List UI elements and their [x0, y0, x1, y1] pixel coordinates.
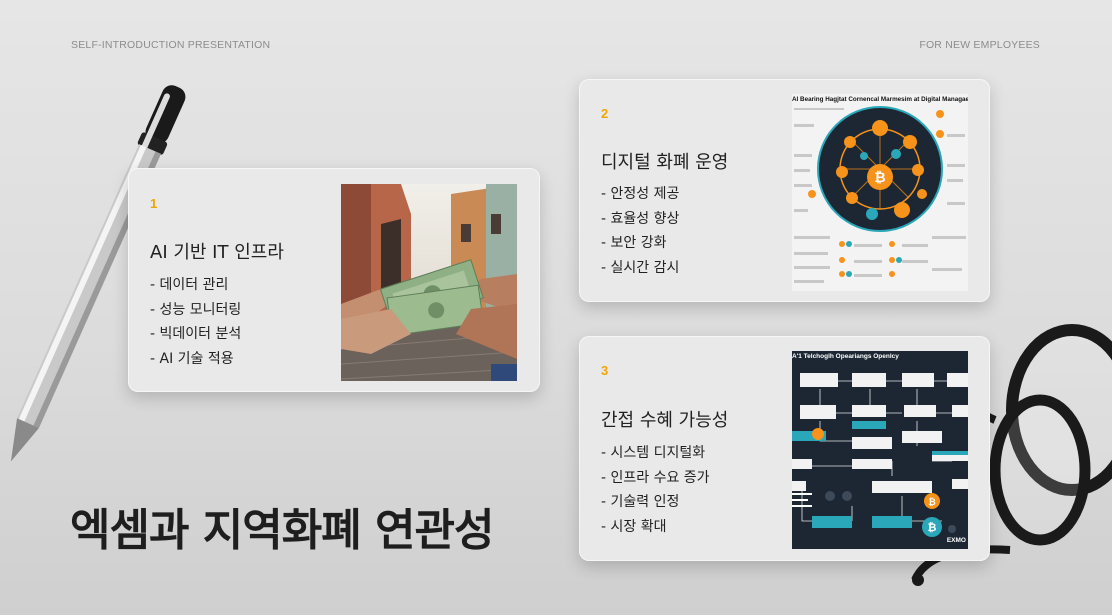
- svg-text:₿: ₿: [928, 521, 937, 534]
- card-title: AI 기반 IT 인프라: [150, 242, 284, 263]
- bullet-item: - 시스템 디지털화: [601, 445, 706, 461]
- bullet-list: - 안정성 제공 - 효율성 향상 - 보안 강화 - 실시간 감시: [601, 182, 679, 280]
- card-number: 1: [150, 196, 158, 211]
- card-number: 3: [601, 363, 609, 378]
- bullet-item: - 데이터 관리: [150, 277, 229, 293]
- bullet-item: - 효율성 향상: [601, 210, 680, 227]
- bullet-item: - 기술력 인정: [601, 494, 680, 510]
- card-title: 디지털 화폐 운영: [601, 152, 729, 173]
- bullet-list: - 시스템 디지털화 - 인프라 수요 증가 - 기술력 인정 - 시장 확대: [601, 441, 710, 539]
- card-digital-currency: 2 디지털 화폐 운영 - 안정성 제공 - 효율성 향상 - 보안 강화 - …: [579, 79, 990, 302]
- flowchart-diagram: A'1 Telchoglh Opeariangs Openlcy EXMO ₿ …: [792, 351, 968, 549]
- flowchart-caption: A'1 Telchoglh Opeariangs Openlcy: [792, 353, 899, 360]
- bitcoin-network-infographic: AI Bearing Hagjtat Cornencal Marmesim at…: [792, 94, 968, 291]
- flowchart-logo: EXMO: [946, 537, 966, 544]
- bullet-item: - 성능 모니터링: [150, 301, 242, 318]
- bullet-list: - 데이터 관리 - 성능 모니터링 - 빅데이터 분석 - AI 기술 적용: [150, 273, 241, 371]
- card-indirect-benefit: 3 간접 수혜 가능성 - 시스템 디지털화 - 인프라 수요 증가 - 기술력…: [579, 336, 990, 561]
- bullet-item: - AI 기술 적용: [150, 350, 234, 367]
- infographic-caption: AI Bearing Hagjtat Cornencal Marmesim at…: [792, 96, 968, 103]
- bullet-item: - 시장 확대: [601, 518, 667, 535]
- bullet-item: - 빅데이터 분석: [150, 326, 242, 342]
- card-title: 간접 수혜 가능성: [601, 410, 729, 431]
- bullet-item: - 실시간 감시: [601, 259, 680, 276]
- slide-headline: 엑셈과 지역화폐 연관성: [70, 505, 494, 556]
- svg-text:₿: ₿: [874, 170, 885, 186]
- bullet-item: - 보안 강화: [601, 235, 667, 251]
- bullet-item: - 인프라 수요 증가: [601, 469, 710, 486]
- card-number: 2: [601, 106, 609, 121]
- bullet-item: - 안정성 제공: [601, 186, 680, 202]
- audience-label: FOR NEW EMPLOYEES: [919, 39, 1040, 51]
- presentation-label: SELF-INTRODUCTION PRESENTATION: [71, 39, 271, 51]
- hands-exchanging-dollars-photo: [341, 184, 517, 381]
- svg-text:₿: ₿: [928, 497, 935, 508]
- card-ai-infra: 1 AI 기반 IT 인프라 - 데이터 관리 - 성능 모니터링 - 빅데이터…: [128, 168, 540, 392]
